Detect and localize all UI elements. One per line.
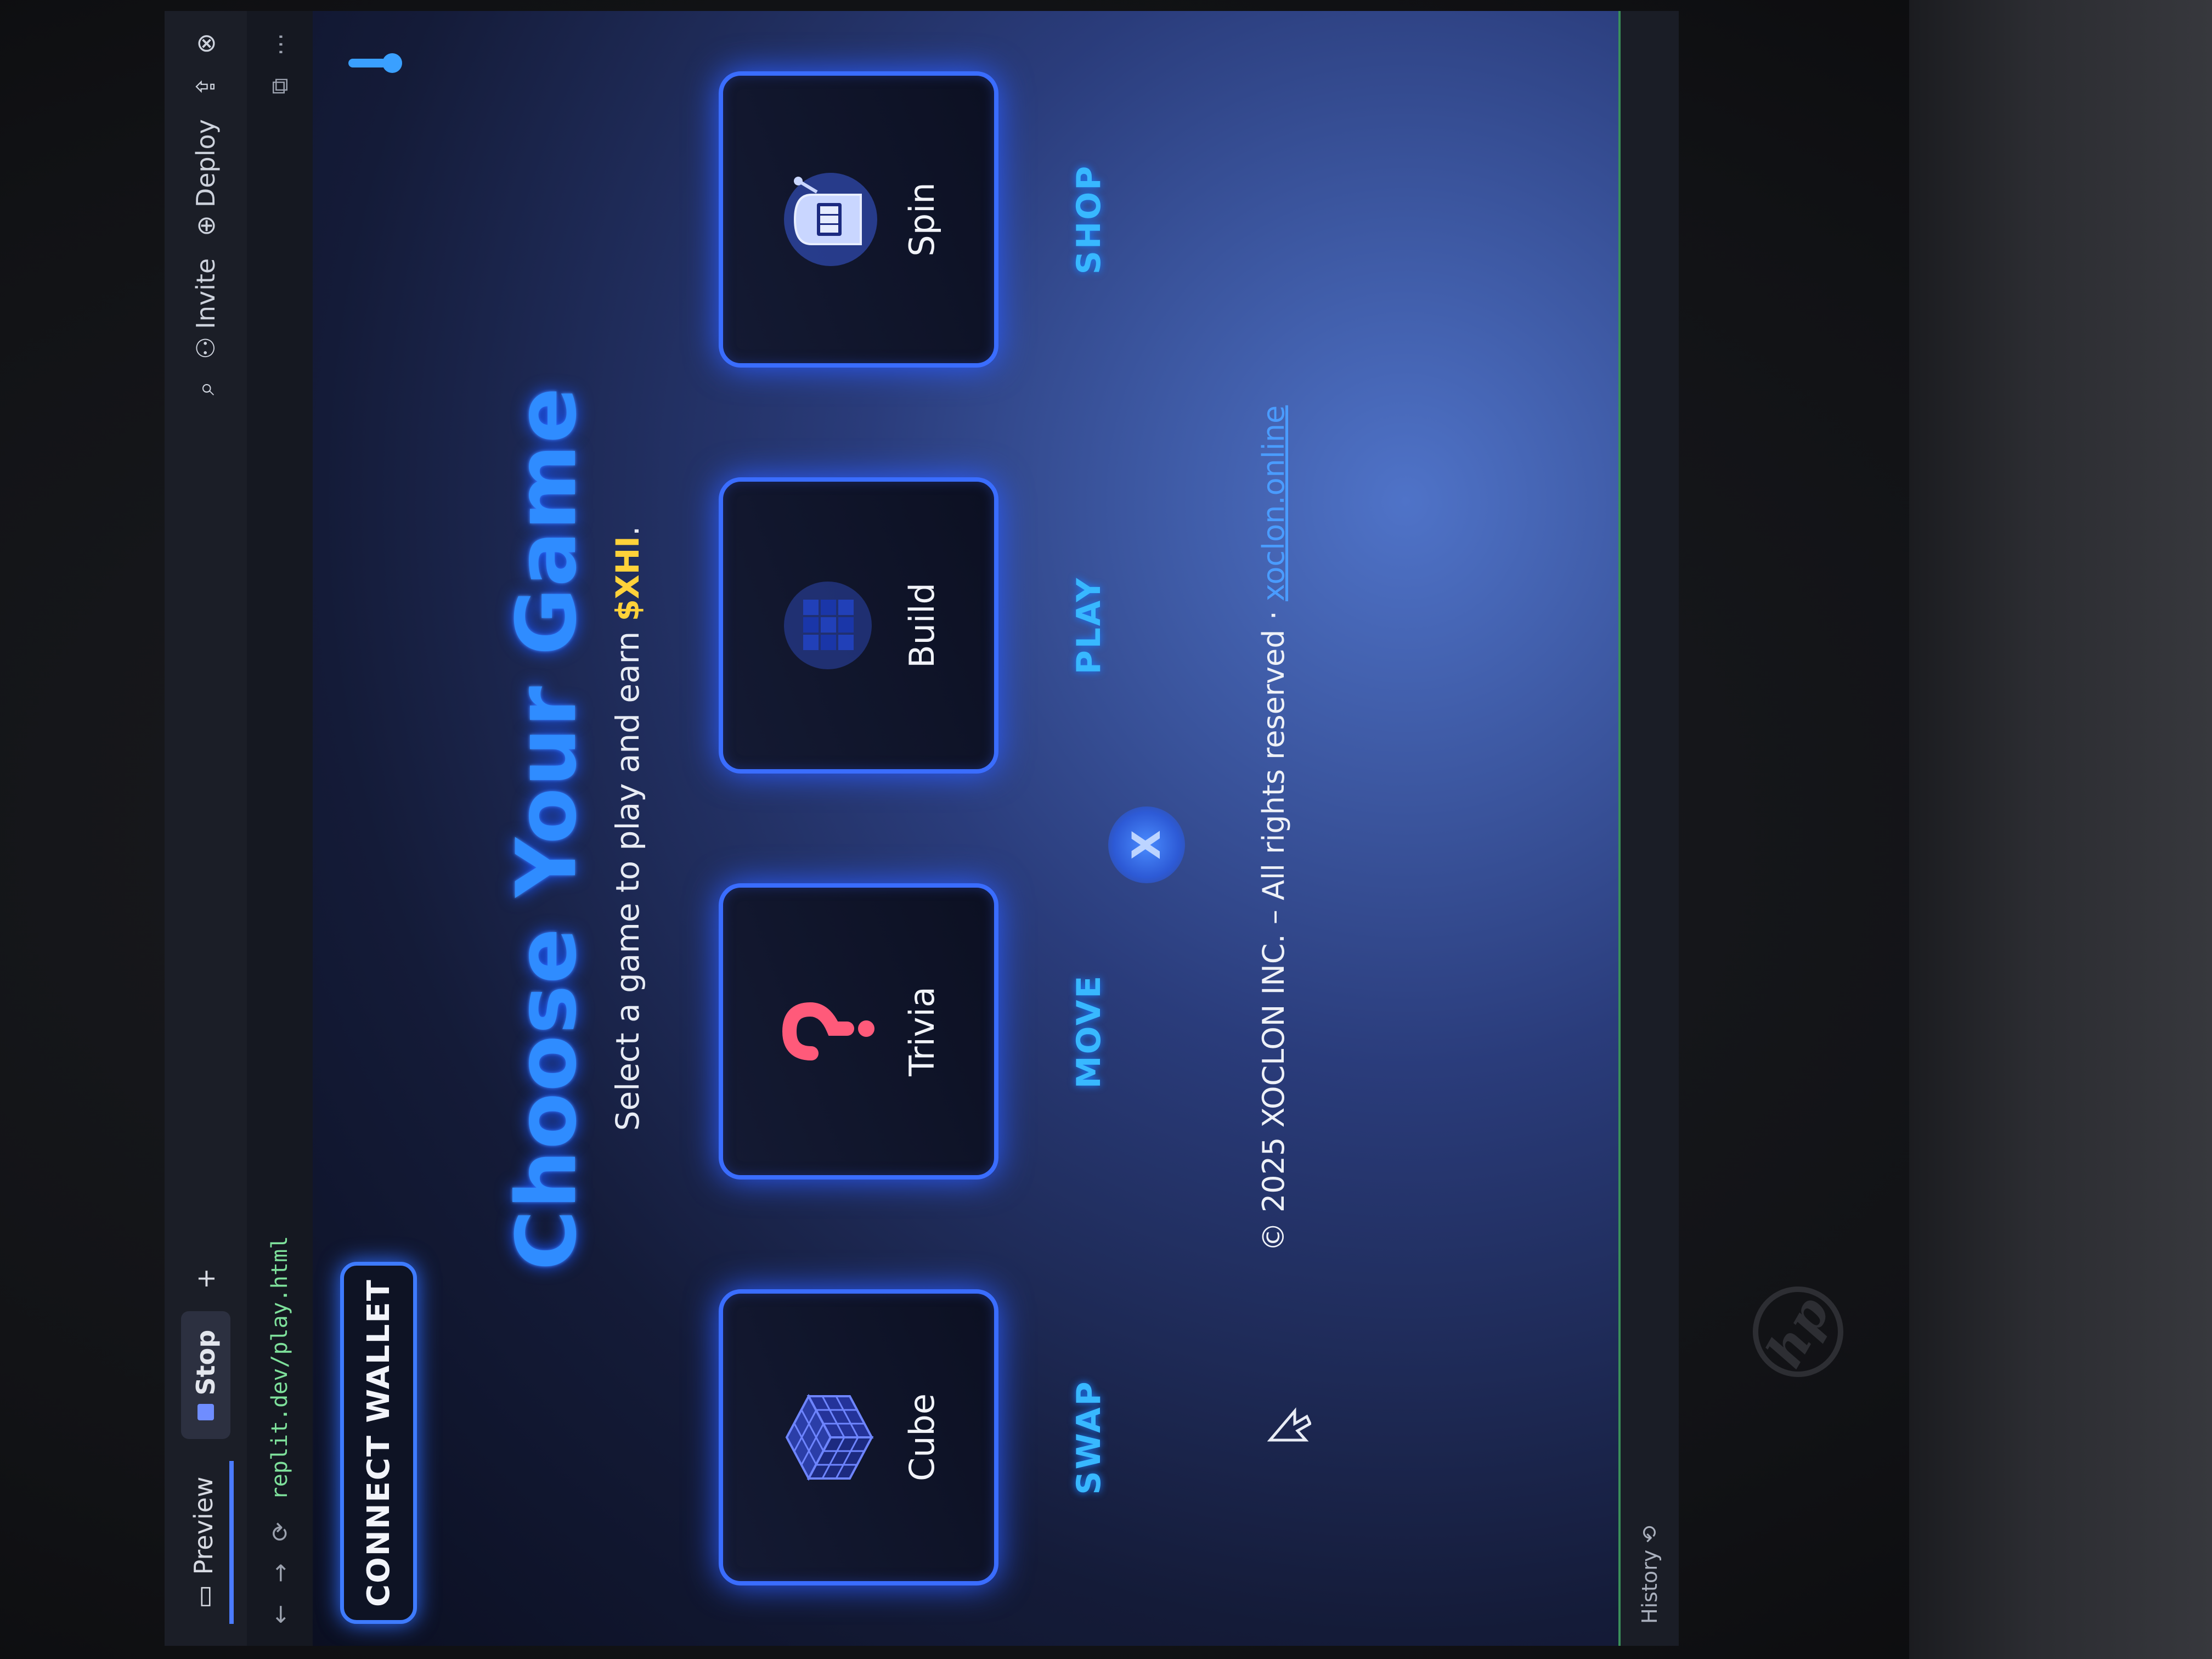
blocks-icon (776, 573, 880, 678)
stop-label: Stop (191, 1329, 221, 1396)
question-mark-icon (776, 979, 880, 1084)
laptop-screen: ▭ Preview Stop + ⌕ ⚇ Invite ⊕ Deploy ⇪ ⊗… (165, 11, 1679, 1646)
devtools-icon[interactable]: ⋯ (267, 33, 294, 56)
nav-swap[interactable]: SWAP (1070, 1289, 1136, 1585)
tab-preview[interactable]: ▭ Preview (178, 1461, 234, 1624)
stop-icon (198, 1404, 214, 1421)
close-icon[interactable]: ⊗ (191, 33, 221, 54)
footer: © 2025 XOCLON INC. – All rights reserved… (1256, 11, 1291, 1646)
token-symbol: $XHI (609, 536, 646, 622)
slot-machine-icon (776, 167, 880, 272)
game-card-cube[interactable]: Cube (719, 1289, 998, 1585)
preview-icon: ▭ (189, 1584, 218, 1609)
invite-button[interactable]: ⚇ Invite (191, 258, 221, 359)
preview-tab-label: Preview (189, 1476, 218, 1575)
subtitle-end: . (609, 526, 646, 537)
nav-move[interactable]: MOVE (1070, 883, 1136, 1180)
page-title: Choose Your Game (499, 386, 595, 1271)
game-card-spin[interactable]: Spin (719, 71, 998, 368)
deploy-icon: ⊕ (191, 215, 221, 236)
game-card-build[interactable]: Build (719, 477, 998, 774)
app-viewport: CONNECT WALLET Choose Your Game Select a… (313, 11, 1679, 1646)
page-subtitle: Select a game to play and earn $XHI. (609, 11, 646, 1646)
game-cards: Cube Trivia Build Spin (719, 71, 1004, 1585)
reload-icon[interactable]: ⟳ (267, 1522, 294, 1541)
stop-button[interactable]: Stop (181, 1311, 230, 1440)
forward-icon[interactable]: → (267, 1564, 294, 1583)
add-tab-icon[interactable]: + (191, 1268, 221, 1289)
laptop-hinge (1909, 0, 2212, 1659)
user-plus-icon: ⚇ (191, 336, 221, 360)
game-card-trivia[interactable]: Trivia (719, 883, 998, 1180)
game-label: Spin (901, 182, 942, 257)
history-label[interactable]: History (1638, 1550, 1662, 1624)
open-new-window-icon[interactable]: ⧉ (266, 78, 294, 94)
footer-link[interactable]: xoclon.online (1256, 405, 1291, 601)
share-icon[interactable]: ⇪ (191, 76, 221, 98)
nav-shop[interactable]: SHOP (1070, 71, 1136, 368)
history-bar: History ⟲ (1618, 11, 1679, 1646)
back-icon[interactable]: ← (267, 1605, 294, 1624)
invite-label: Invite (191, 258, 221, 329)
game-label: Cube (901, 1393, 942, 1482)
preview-url-bar: ← → ⟳ replit.dev/play.html ⧉ ⋯ (247, 11, 313, 1646)
thermometer-icon (346, 44, 406, 82)
game-label: Build (901, 583, 942, 668)
cube-icon (776, 1385, 880, 1489)
deploy-button[interactable]: ⊕ Deploy (191, 119, 221, 236)
subtitle-text: Select a game to play and earn (609, 621, 646, 1131)
ide-toolbar: ▭ Preview Stop + ⌕ ⚇ Invite ⊕ Deploy ⇪ ⊗ (165, 11, 247, 1646)
search-icon[interactable]: ⌕ (190, 381, 221, 396)
url-field[interactable]: replit.dev/play.html (267, 1236, 292, 1500)
nav-play[interactable]: PLAY (1070, 477, 1136, 774)
xoclon-logo-icon: X (1108, 806, 1185, 883)
history-icon: ⟲ (1638, 1525, 1662, 1550)
copyright-text: © 2025 XOCLON INC. – All rights reserved… (1256, 601, 1291, 1252)
game-label: Trivia (901, 986, 942, 1076)
connect-wallet-button[interactable]: CONNECT WALLET (340, 1262, 417, 1624)
deploy-label: Deploy (191, 119, 221, 208)
